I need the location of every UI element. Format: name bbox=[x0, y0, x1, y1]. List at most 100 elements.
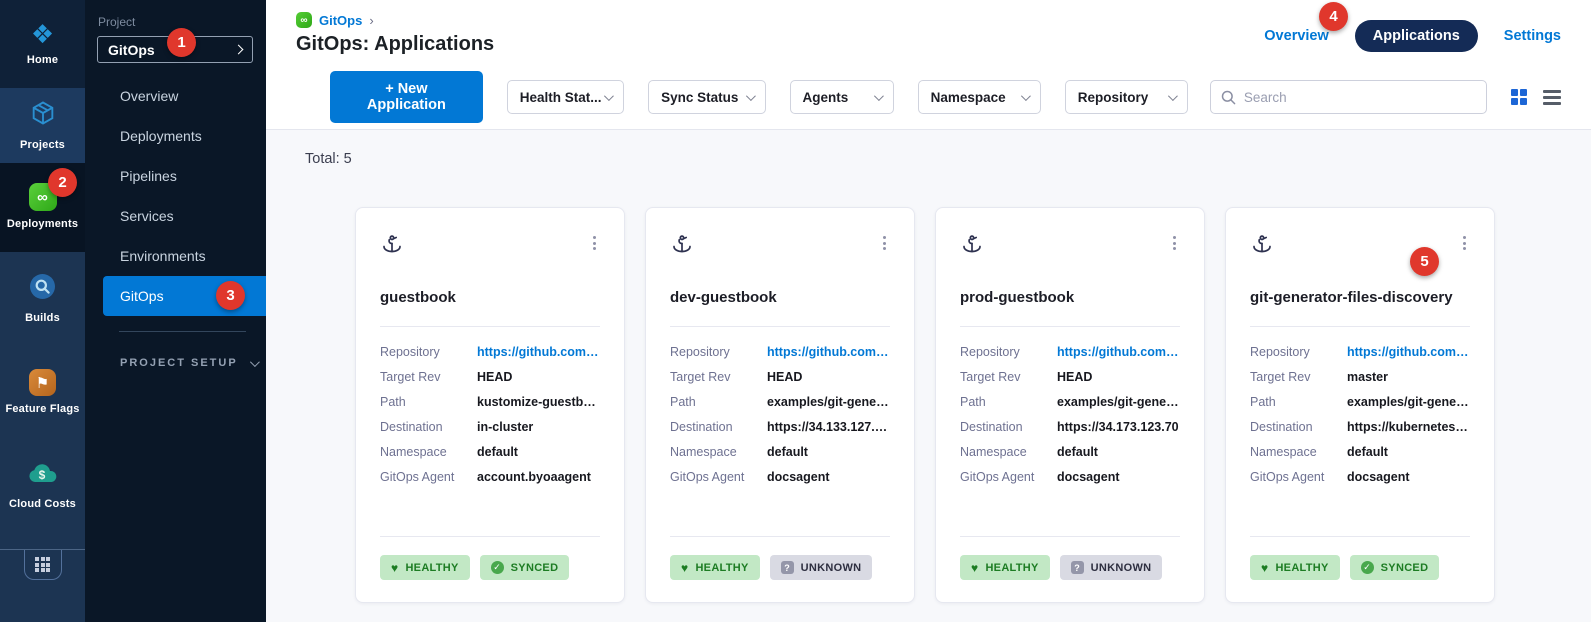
chevron-down-icon bbox=[874, 91, 884, 101]
detail-row: Namespacedefault bbox=[1250, 445, 1470, 459]
project-selector-value: GitOps bbox=[108, 42, 155, 58]
heart-icon: ♥ bbox=[391, 563, 398, 573]
list-view-icon[interactable] bbox=[1543, 90, 1561, 105]
detail-row: GitOps Agentdocsagent bbox=[1250, 470, 1470, 484]
gitops-icon: ∞ bbox=[296, 12, 312, 28]
question-icon: ? bbox=[1071, 561, 1084, 574]
detail-row: Pathkustomize-guestbook bbox=[380, 395, 600, 409]
rail-item-label: Cloud Costs bbox=[9, 498, 76, 511]
health-status-badge: ♥HEALTHY bbox=[960, 555, 1050, 580]
detail-row: Repositoryhttps://github.com/m... bbox=[960, 345, 1180, 359]
detail-row: GitOps Agentaccount.byoaagent bbox=[380, 470, 600, 484]
health-status-badge: ♥HEALTHY bbox=[670, 555, 760, 580]
rail-item-builds[interactable]: Builds bbox=[0, 252, 85, 346]
total-count: Total: 5 bbox=[305, 151, 1591, 167]
filter-namespace[interactable]: Namespace bbox=[918, 80, 1041, 114]
application-card[interactable]: guestbook Repositoryhttps://github.com/a… bbox=[355, 207, 625, 603]
application-name[interactable]: prod-guestbook bbox=[960, 289, 1180, 306]
page-header: ∞ GitOps › GitOps: Applications Overview… bbox=[266, 0, 1591, 65]
project-setup-toggle[interactable]: PROJECT SETUP bbox=[120, 357, 266, 369]
sidebar-item-overview[interactable]: Overview bbox=[85, 76, 266, 116]
check-circle-icon: ✓ bbox=[1361, 561, 1374, 574]
new-application-button[interactable]: + New Application bbox=[330, 71, 483, 123]
heart-icon: ♥ bbox=[681, 563, 688, 573]
rail-item-cloud-costs[interactable]: $ Cloud Costs bbox=[0, 440, 85, 534]
app-root: ❖ Home Projects ∞ Deployments Bu bbox=[0, 0, 1591, 622]
module-rail: ❖ Home Projects ∞ Deployments Bu bbox=[0, 0, 85, 622]
search-icon bbox=[1221, 90, 1236, 105]
kebab-menu-icon[interactable] bbox=[879, 232, 890, 254]
sidebar-item-environments[interactable]: Environments bbox=[85, 236, 266, 276]
filter-toolbar: + New Application Health Stat... Sync St… bbox=[266, 65, 1591, 130]
application-name[interactable]: guestbook bbox=[380, 289, 600, 306]
application-card[interactable]: dev-guestbook Repositoryhttps://github.c… bbox=[645, 207, 915, 603]
detail-row: Pathexamples/git-genera... bbox=[960, 395, 1180, 409]
rail-item-label: Feature Flags bbox=[5, 403, 79, 416]
detail-row: Destinationhttps://34.173.123.70 bbox=[960, 420, 1180, 434]
rail-item-feature-flags[interactable]: ⚑ Feature Flags bbox=[0, 346, 85, 440]
rail-item-projects[interactable]: Projects bbox=[0, 88, 85, 163]
feature-flags-icon: ⚑ bbox=[29, 369, 56, 396]
health-status-badge: ♥HEALTHY bbox=[1250, 555, 1340, 580]
check-circle-icon: ✓ bbox=[491, 561, 504, 574]
module-grid-button[interactable] bbox=[24, 550, 62, 580]
kebab-menu-icon[interactable] bbox=[589, 232, 600, 254]
argo-app-icon bbox=[960, 232, 984, 261]
chevron-down-icon bbox=[250, 357, 260, 367]
detail-row: Repositoryhttps://github.com/a... bbox=[380, 345, 600, 359]
search-input[interactable] bbox=[1244, 90, 1476, 105]
tab-settings[interactable]: Settings bbox=[1504, 28, 1561, 44]
grid-view-icon[interactable] bbox=[1511, 89, 1527, 105]
sync-status-badge: ✓?SYNCED bbox=[1350, 555, 1440, 580]
application-card[interactable]: prod-guestbook Repositoryhttps://github.… bbox=[935, 207, 1205, 603]
tab-overview[interactable]: Overview bbox=[1264, 28, 1329, 44]
repository-link[interactable]: https://github.com/m... bbox=[1347, 345, 1470, 359]
project-menu: Overview Deployments Pipelines Services … bbox=[85, 76, 266, 316]
sidebar-item-deployments[interactable]: Deployments bbox=[85, 116, 266, 156]
application-card[interactable]: git-generator-files-discovery Repository… bbox=[1225, 207, 1495, 603]
search-box[interactable] bbox=[1210, 80, 1487, 114]
chevron-down-icon bbox=[1168, 91, 1178, 101]
detail-row: Destinationin-cluster bbox=[380, 420, 600, 434]
breadcrumb-link[interactable]: GitOps bbox=[319, 13, 362, 28]
detail-row: Target RevHEAD bbox=[380, 370, 600, 384]
application-name[interactable]: git-generator-files-discovery bbox=[1250, 289, 1470, 306]
detail-row: Destinationhttps://kubernetes.d... bbox=[1250, 420, 1470, 434]
applications-content: Total: 5 guestbook bbox=[266, 130, 1591, 622]
detail-row: GitOps Agentdocsagent bbox=[670, 470, 890, 484]
filter-health-status[interactable]: Health Stat... bbox=[507, 80, 624, 114]
detail-row: Repositoryhttps://github.com/m... bbox=[670, 345, 890, 359]
kebab-menu-icon[interactable] bbox=[1459, 232, 1470, 254]
heart-icon: ♥ bbox=[971, 563, 978, 573]
grid-icon bbox=[35, 557, 50, 572]
repository-link[interactable]: https://github.com/m... bbox=[1057, 345, 1180, 359]
filter-sync-status[interactable]: Sync Status bbox=[648, 80, 765, 114]
chevron-down-icon bbox=[746, 91, 756, 101]
sync-status-badge: ✓?UNKNOWN bbox=[1060, 555, 1163, 580]
detail-row: Namespacedefault bbox=[380, 445, 600, 459]
main-area: ∞ GitOps › GitOps: Applications Overview… bbox=[266, 0, 1591, 622]
annotation-badge-1: 1 bbox=[167, 28, 196, 57]
tab-applications[interactable]: Applications bbox=[1355, 20, 1478, 52]
detail-row: Target RevHEAD bbox=[960, 370, 1180, 384]
argo-app-icon bbox=[380, 232, 404, 261]
application-name[interactable]: dev-guestbook bbox=[670, 289, 890, 306]
sidebar-item-services[interactable]: Services bbox=[85, 196, 266, 236]
detail-row: GitOps Agentdocsagent bbox=[960, 470, 1180, 484]
kebab-menu-icon[interactable] bbox=[1169, 232, 1180, 254]
detail-row: Destinationhttps://34.133.127.118 bbox=[670, 420, 890, 434]
repository-link[interactable]: https://github.com/m... bbox=[767, 345, 890, 359]
projects-cube-icon bbox=[29, 99, 57, 132]
rail-item-home[interactable]: ❖ Home bbox=[0, 0, 85, 88]
detail-row: Namespacedefault bbox=[670, 445, 890, 459]
repository-link[interactable]: https://github.com/a... bbox=[477, 345, 600, 359]
filter-agents[interactable]: Agents bbox=[790, 80, 894, 114]
argo-app-icon bbox=[670, 232, 694, 261]
cloud-costs-icon: $ bbox=[28, 462, 58, 491]
filter-repository[interactable]: Repository bbox=[1065, 80, 1188, 114]
project-sidebar: Project GitOps Overview Deployments Pipe… bbox=[85, 0, 266, 622]
rail-item-label: Builds bbox=[25, 312, 60, 325]
sidebar-item-pipelines[interactable]: Pipelines bbox=[85, 156, 266, 196]
breadcrumb-separator: › bbox=[369, 13, 373, 28]
chevron-down-icon bbox=[604, 91, 614, 101]
